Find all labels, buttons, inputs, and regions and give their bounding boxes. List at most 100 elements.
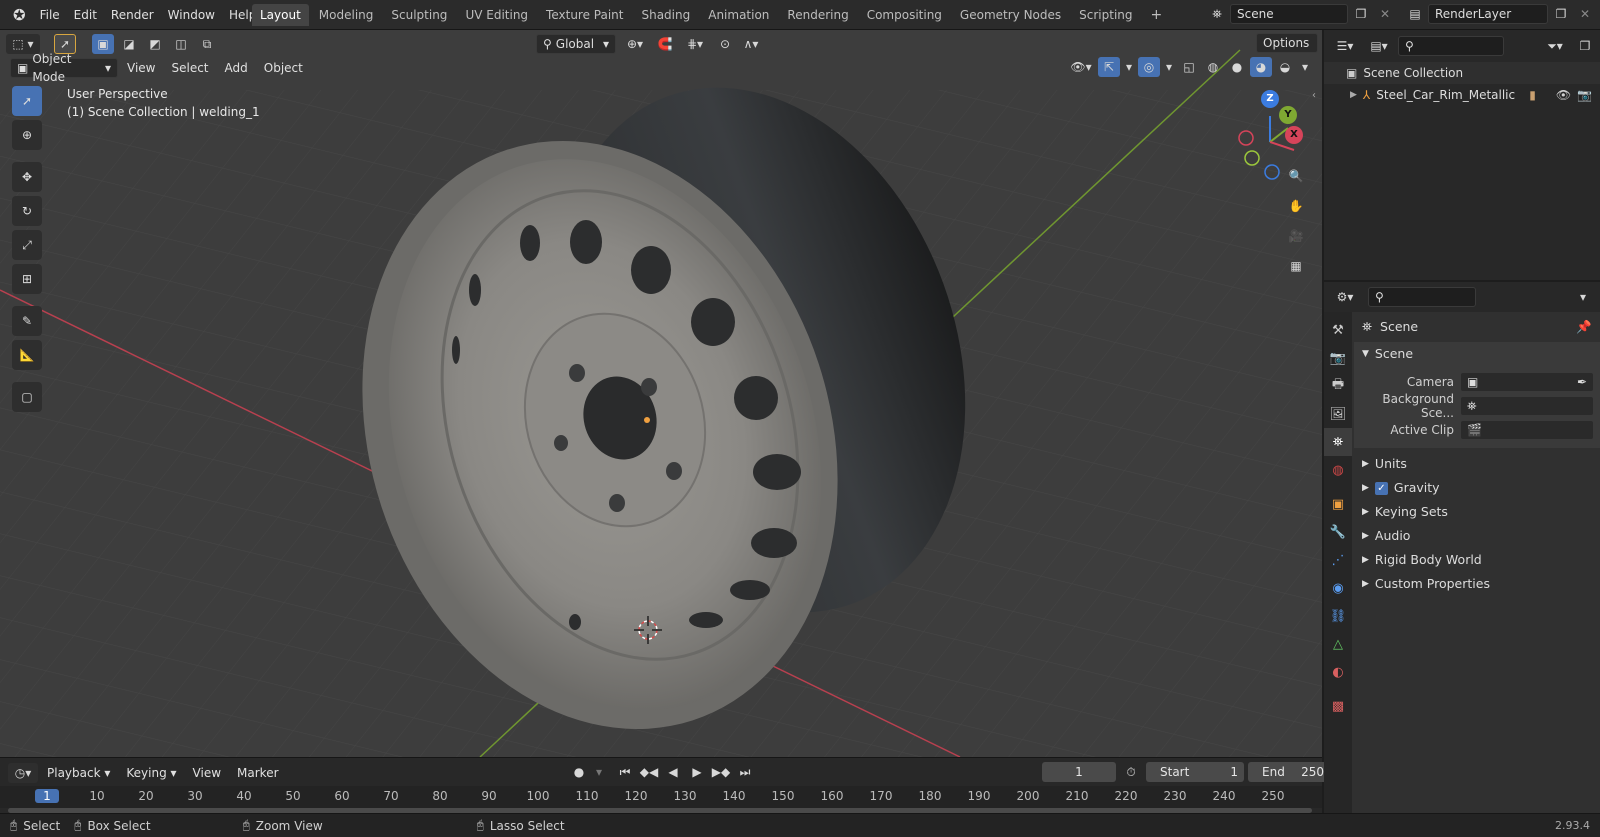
filter-icon[interactable]: ⏷▾ <box>1540 36 1570 56</box>
tab-animation[interactable]: Animation <box>700 4 777 26</box>
tab-uv-editing[interactable]: UV Editing <box>457 4 536 26</box>
tab-compositing[interactable]: Compositing <box>859 4 950 26</box>
jump-end-icon[interactable]: ⏭ <box>734 762 756 782</box>
jump-start-icon[interactable]: ⏮ <box>614 762 636 782</box>
gizmo-z-axis[interactable]: Z <box>1261 90 1279 108</box>
snap-toggle-icon[interactable]: 🧲 <box>654 34 676 54</box>
move-tool-icon[interactable]: ✥ <box>12 162 42 192</box>
data-tab-icon[interactable]: △ <box>1324 630 1352 658</box>
modifier-tab-icon[interactable]: 🔧 <box>1324 518 1352 546</box>
scene-name-field[interactable]: Scene <box>1230 4 1348 24</box>
start-frame-field[interactable]: Start 1 <box>1146 762 1244 782</box>
timeline-menu-keying[interactable]: Keying ▾ <box>119 762 183 784</box>
rendered-shading-icon[interactable]: ◒ <box>1274 57 1296 77</box>
render-camera-icon[interactable]: 📷 <box>1577 88 1592 102</box>
play-reverse-icon[interactable]: ◀ <box>662 762 684 782</box>
new-scene-icon[interactable]: ❐ <box>1350 4 1372 24</box>
zoom-icon[interactable]: 🔍 <box>1284 164 1308 188</box>
gizmo-toggle-icon[interactable]: ⇱ <box>1098 57 1120 77</box>
outliner-editor-icon[interactable]: ☰▾ <box>1330 36 1360 56</box>
properties-search-input[interactable]: ⚲ <box>1368 287 1476 307</box>
chevron-down-icon[interactable]: ▾ <box>592 762 606 782</box>
timeline-menu-playback[interactable]: Playback ▾ <box>40 762 117 784</box>
scene-tab-icon[interactable]: ⛯ <box>1324 428 1352 456</box>
scene-icon[interactable]: ⛯ <box>1206 4 1228 24</box>
end-frame-field[interactable]: End 250 <box>1248 762 1330 782</box>
tab-modeling[interactable]: Modeling <box>311 4 382 26</box>
properties-editor-icon[interactable]: ⚙▾ <box>1330 287 1360 307</box>
tool-tab-icon[interactable]: ⚒ <box>1324 316 1352 344</box>
gizmo-y-axis[interactable]: Y <box>1279 106 1297 124</box>
tab-scripting[interactable]: Scripting <box>1071 4 1140 26</box>
record-icon[interactable]: ● <box>568 762 590 782</box>
snap-target-icon[interactable]: ⋕▾ <box>680 34 710 54</box>
select-intersect-icon[interactable]: ⧉ <box>196 34 218 54</box>
pivot-point-icon[interactable]: ⊕▾ <box>620 34 650 54</box>
gravity-checkbox[interactable]: ✓ <box>1374 481 1388 495</box>
tab-shading[interactable]: Shading <box>633 4 698 26</box>
object-tab-icon[interactable]: ▣ <box>1324 490 1352 518</box>
timeline-menu-marker[interactable]: Marker <box>230 762 285 784</box>
ortho-grid-icon[interactable]: ▦ <box>1284 254 1308 278</box>
select-subtract-icon[interactable]: ◩ <box>144 34 166 54</box>
wireframe-shading-icon[interactable]: ◍ <box>1202 57 1224 77</box>
viewport-menu-object[interactable]: Object <box>257 57 310 79</box>
view-layer-tab-icon[interactable]: 🖼 <box>1324 400 1352 428</box>
transform-tool-icon[interactable]: ⊞ <box>12 264 42 294</box>
viewport-menu-view[interactable]: View <box>120 57 162 79</box>
eye-icon[interactable]: 👁 <box>1556 88 1571 102</box>
panel-gravity[interactable]: ▶ ✓ Gravity <box>1354 476 1600 500</box>
annotate-tool-icon[interactable]: ✎ <box>12 306 42 336</box>
viewport-menu-add[interactable]: Add <box>218 57 255 79</box>
cursor-tool-icon[interactable]: ⊕ <box>12 120 42 150</box>
menu-render[interactable]: Render <box>104 4 161 26</box>
proportional-edit-icon[interactable]: ⊙ <box>714 34 736 54</box>
menu-file[interactable]: File <box>33 4 67 26</box>
new-collection-icon[interactable]: ❐ <box>1574 36 1596 56</box>
texture-tab-icon[interactable]: ▩ <box>1324 692 1352 720</box>
jump-keyframe-back-icon[interactable]: ◆◀ <box>638 762 660 782</box>
tab-rendering[interactable]: Rendering <box>779 4 856 26</box>
chevron-down-icon[interactable]: ▾ <box>1298 57 1312 77</box>
panel-units[interactable]: ▶ Units <box>1354 452 1600 476</box>
rotate-tool-icon[interactable]: ↻ <box>12 196 42 226</box>
tab-layout[interactable]: Layout <box>252 4 309 26</box>
pin-icon[interactable]: 📌 <box>1576 315 1592 339</box>
active-clip-field[interactable]: 🎬 <box>1460 420 1594 440</box>
viewport-menu-select[interactable]: Select <box>164 57 215 79</box>
camera-view-icon[interactable]: 🎥 <box>1284 224 1308 248</box>
display-mode-icon[interactable]: ▤▾ <box>1364 36 1394 56</box>
tab-texture-paint[interactable]: Texture Paint <box>538 4 631 26</box>
outliner-row-scene-collection[interactable]: ▣ Scene Collection <box>1324 62 1600 84</box>
tab-geometry-nodes[interactable]: Geometry Nodes <box>952 4 1069 26</box>
jump-keyframe-forward-icon[interactable]: ▶◆ <box>710 762 732 782</box>
falloff-icon[interactable]: ∧▾ <box>740 34 762 54</box>
delete-view-layer-icon[interactable]: ✕ <box>1574 4 1596 24</box>
panel-audio[interactable]: ▶ Audio <box>1354 524 1600 548</box>
tab-sculpting[interactable]: Sculpting <box>383 4 455 26</box>
chevron-down-icon[interactable]: ▾ <box>1572 287 1594 307</box>
world-tab-icon[interactable]: ◍ <box>1324 456 1352 484</box>
camera-field[interactable]: ▣ ✒ <box>1460 372 1594 392</box>
outliner-search-input[interactable]: ⚲ <box>1398 36 1504 56</box>
timeline-ruler[interactable]: 1 10 20 30 40 50 60 70 80 90 100 110 120 130 140 150 160… <box>0 786 1322 808</box>
render-tab-icon[interactable]: 📷 <box>1324 344 1352 372</box>
menu-window[interactable]: Window <box>161 4 222 26</box>
output-tab-icon[interactable]: 🖶 <box>1324 372 1352 400</box>
chevron-down-icon[interactable]: ▾ <box>1162 57 1176 77</box>
blender-logo-icon[interactable]: ✪ <box>6 4 33 26</box>
view-layer-field[interactable]: RenderLayer <box>1428 4 1548 24</box>
gizmo-x-axis[interactable]: X <box>1285 126 1303 144</box>
current-frame-field[interactable]: 1 <box>1042 762 1116 782</box>
constraints-tab-icon[interactable]: ⛓ <box>1324 602 1352 630</box>
transform-orientation-dropdown[interactable]: ⚲ Global ▾ <box>536 34 616 54</box>
panel-custom-properties[interactable]: ▶ Custom Properties <box>1354 572 1600 596</box>
eyedropper-icon[interactable]: ✒ <box>1577 373 1587 391</box>
measure-tool-icon[interactable]: 📐 <box>12 340 42 370</box>
mode-dropdown[interactable]: ▣ Object Mode ▾ <box>10 52 118 84</box>
physics-tab-icon[interactable]: ◉ <box>1324 574 1352 602</box>
expand-arrow-icon[interactable]: ▶ <box>1350 90 1357 100</box>
scale-tool-icon[interactable]: ⤢ <box>12 230 42 260</box>
particles-tab-icon[interactable]: ⋰ <box>1324 546 1352 574</box>
add-workspace-button[interactable]: + <box>1143 4 1171 26</box>
